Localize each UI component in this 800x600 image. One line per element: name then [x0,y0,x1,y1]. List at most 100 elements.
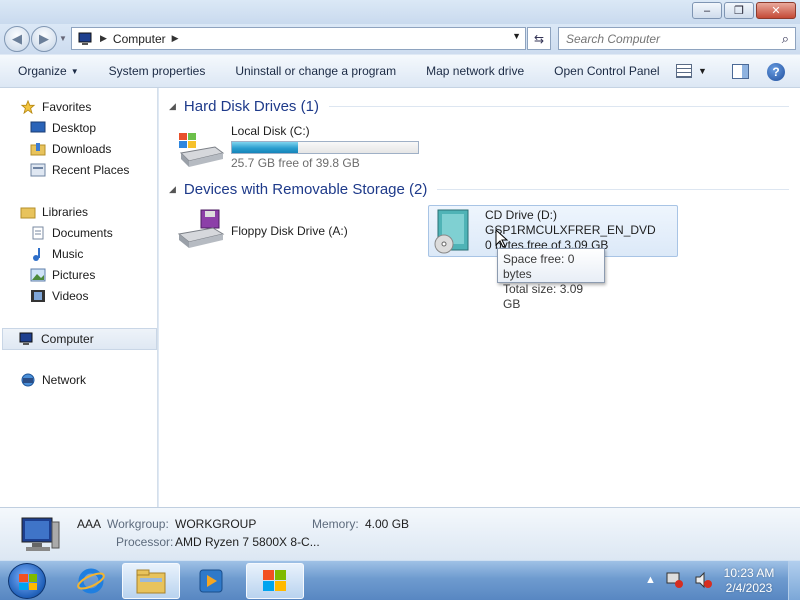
maximize-button[interactable]: ❐ [724,2,754,19]
music-note-icon [33,248,40,261]
memory-label: Memory: [312,517,359,531]
drive-c-name: Local Disk (C:) [231,124,310,138]
sidebar-item-label: Network [42,373,87,387]
processor-value: AMD Ryzen 7 5800X 8-C... [175,535,320,549]
minimize-button[interactable]: – [692,2,722,19]
uninstall-program-button[interactable]: Uninstall or change a program [220,55,411,88]
address-row: ◀ ▶ ▼ ▶ Computer ▶ ▼ ⇆ ⌕ [0,24,800,54]
map-network-drive-button[interactable]: Map network drive [411,55,539,88]
back-arrow-icon: ◀ [12,31,22,46]
group-header-removable[interactable]: ◢ Devices with Removable Storage (2) [169,181,789,198]
computer-name: AAA [77,517,102,531]
search-icon[interactable]: ⌕ [782,31,789,47]
clock[interactable]: 10:23 AM 2/4/2023 [720,566,778,596]
cd-drive-icon [434,209,469,254]
documents-icon [32,226,44,240]
sidebar-item-documents[interactable]: Documents [30,226,113,240]
help-icon[interactable]: ? [767,63,785,81]
sidebar-item-label: Libraries [42,205,89,219]
sidebar-item-favorites[interactable]: Favorites [20,100,91,114]
sidebar-item-pictures[interactable]: Pictures [30,268,95,282]
sidebar-item-network[interactable]: Network [20,373,86,387]
floppy-drive-icon [177,209,225,248]
recent-places-icon [30,163,46,177]
sidebar-item-label: Videos [52,289,89,303]
change-view-button[interactable]: ▼ [676,64,707,78]
search-box[interactable]: ⌕ [558,27,796,50]
title-bar: – ❐ ✕ [0,0,800,24]
forward-button[interactable]: ▶ [31,26,57,52]
collapse-triangle-icon[interactable]: ◢ [169,101,176,112]
show-desktop-button[interactable] [788,561,800,600]
organize-button[interactable]: Organize ▼ [0,55,94,88]
recent-pages-dropdown[interactable]: ▼ [59,34,67,43]
workgroup-label: Workgroup: [107,517,169,531]
organize-label: Organize [18,64,67,78]
memory-value: 4.00 GB [365,517,410,531]
sidebar-item-downloads[interactable]: Downloads [30,142,111,156]
windows-flag-icon [263,570,286,591]
hard-drive-icon [179,133,225,167]
sidebar-item-videos[interactable]: Videos [30,289,88,303]
taskbar-windows-explorer[interactable] [122,563,180,599]
system-tray: ▲ [645,571,712,589]
close-button[interactable]: ✕ [756,2,796,19]
folder-icon [136,569,166,594]
collapse-triangle-icon[interactable]: ◢ [169,184,176,195]
group-divider [437,189,789,190]
show-hidden-icons-button[interactable]: ▲ [645,574,656,586]
group-divider [328,106,789,107]
preview-pane-icon[interactable] [732,64,749,79]
processor-label: Processor: [116,535,174,549]
sidebar-item-label: Documents [52,226,113,240]
sidebar-item-label: Desktop [52,121,97,135]
group-title: Devices with Removable Storage (2) [183,181,428,198]
sidebar-item-label: Favorites [42,100,92,114]
drive-c-usage-bar [231,141,419,154]
search-input[interactable] [566,31,766,46]
drive-tooltip: Space free: 0 bytes Total size: 3.09 GB [497,248,605,311]
desktop-icon [30,121,46,133]
sidebar-item-recent-places[interactable]: Recent Places [30,163,129,177]
sidebar-item-computer[interactable]: Computer [2,328,157,350]
sidebar-item-label: Pictures [52,268,96,282]
group-header-hdd[interactable]: ◢ Hard Disk Drives (1) [169,98,789,115]
view-details-icon [676,64,692,78]
breadcrumb-separator-icon[interactable]: ▶ [172,33,179,44]
sidebar-item-label: Recent Places [52,163,130,177]
drive-c-free-text: 25.7 GB free of 39.8 GB [231,156,360,170]
drive-a-name: Floppy Disk Drive (A:) [231,224,348,238]
workgroup-value: WORKGROUP [175,517,257,531]
address-dropdown-icon[interactable]: ▼ [512,31,521,41]
network-status-icon[interactable] [666,571,684,589]
breadcrumb-separator-icon[interactable]: ▶ [100,33,107,44]
chevron-down-icon: ▼ [70,66,79,76]
mouse-cursor-icon [495,229,509,248]
taskbar-media-player[interactable] [184,563,238,599]
back-button[interactable]: ◀ [4,26,30,52]
tooltip-space-free: Space free: 0 bytes [503,252,575,281]
breadcrumb-computer[interactable]: Computer [113,32,166,46]
open-control-panel-button[interactable]: Open Control Panel [539,55,674,88]
refresh-icon: ⇆ [533,31,545,46]
downloads-folder-icon [30,143,46,156]
computer-icon [78,32,92,45]
libraries-icon [20,207,36,219]
taskbar-internet-explorer[interactable] [64,563,118,599]
address-bar[interactable]: ▶ Computer ▶ ▼ [71,27,526,50]
sidebar-item-music[interactable]: Music [30,247,83,261]
start-button[interactable] [8,563,46,599]
chevron-down-icon: ▼ [698,66,707,76]
sidebar-item-desktop[interactable]: Desktop [30,121,96,135]
sidebar-item-label: Computer [41,332,94,346]
sidebar-item-libraries[interactable]: Libraries [20,205,88,219]
window-controls: – ❐ ✕ [692,2,796,19]
system-properties-button[interactable]: System properties [94,55,221,88]
volume-muted-icon[interactable] [694,571,712,589]
drive-a[interactable]: Floppy Disk Drive (A:) [177,208,377,252]
group-title: Hard Disk Drives (1) [183,98,319,115]
details-pane: AAA Workgroup: WORKGROUP Memory: 4.00 GB… [0,507,800,560]
refresh-button[interactable]: ⇆ [527,27,551,50]
taskbar-windows-installer[interactable] [246,563,304,599]
clock-time: 10:23 AM [723,566,775,580]
